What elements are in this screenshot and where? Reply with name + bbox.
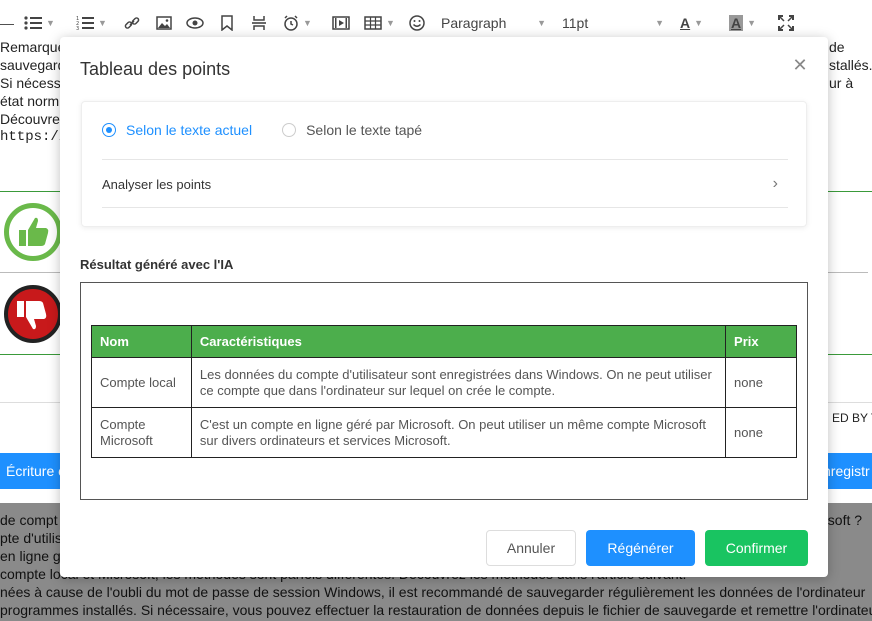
font-size-select[interactable]: 11pt ▼	[562, 12, 664, 34]
bg-text-fragment: ur à	[829, 75, 854, 91]
numbered-list-icon[interactable]: 123 ▼	[76, 12, 107, 34]
page-break-icon[interactable]	[251, 12, 267, 34]
table-row: Compte Microsoft C'est un compte en lign…	[91, 407, 797, 458]
cancel-button[interactable]: Annuler	[486, 530, 576, 566]
table-row: Compte local Les données du compte d'uti…	[91, 357, 797, 408]
ecriture-label: Écriture c	[6, 463, 66, 479]
bg-text-line: Découvre	[0, 111, 60, 127]
chevron-right-icon: ›	[772, 175, 778, 192]
dialog-title: Tableau des points	[80, 59, 231, 79]
alarm-clock-icon[interactable]: ▼	[283, 12, 312, 34]
highlight-color-button[interactable]: A ▼	[729, 12, 756, 34]
thumbs-up-icon	[4, 203, 62, 261]
table-cell: C'est un compte en ligne géré par Micros…	[190, 407, 727, 458]
enregistrer-label: nregistr	[823, 463, 870, 479]
bg-text-line: Remarque	[0, 39, 66, 55]
options-card: Selon le texte actuel Selon le texte tap…	[81, 101, 807, 227]
thumbs-down-icon	[4, 285, 62, 343]
bg-text-line: sauvegard	[0, 57, 66, 73]
bg-text-line: état norm	[0, 93, 60, 109]
emoji-icon[interactable]	[409, 12, 425, 34]
table-cell: Compte Microsoft	[91, 407, 192, 458]
svg-text:3: 3	[76, 26, 79, 31]
image-icon[interactable]	[156, 12, 172, 34]
table-cell: none	[725, 407, 797, 458]
horizontal-rule-icon[interactable]: —	[0, 12, 14, 34]
bookmark-icon[interactable]	[221, 12, 233, 34]
media-icon[interactable]	[332, 12, 350, 34]
points-table-dialog: Tableau des points ✕ Selon le texte actu…	[60, 37, 828, 577]
table-cell: none	[725, 357, 797, 408]
bg-text-fragment: stallés.	[829, 57, 872, 73]
table-cell: Les données du compte d'utilisateur sont…	[190, 357, 727, 408]
font-color-button[interactable]: A ▼	[680, 12, 703, 34]
paragraph-style-select[interactable]: Paragraph ▼	[441, 12, 546, 34]
bg-text-fragment: de	[829, 39, 845, 55]
source-radio-group: Selon le texte actuel Selon le texte tap…	[102, 122, 452, 138]
analyze-points-row[interactable]: Analyser les points ›	[102, 160, 788, 208]
paragraph-style-label: Paragraph	[441, 15, 507, 31]
radio-checked-icon	[102, 123, 116, 137]
result-output-box: Nom Caractéristiques Prix Compte local L…	[80, 282, 808, 500]
bg-text-line: en ligne g	[0, 548, 61, 564]
points-table: Nom Caractéristiques Prix Compte local L…	[91, 325, 797, 458]
bg-text-line: Si nécess	[0, 75, 61, 91]
highlight-color-icon: A	[729, 15, 744, 31]
chevron-down-icon: ▼	[655, 18, 664, 28]
table-header-cell: Prix	[725, 325, 797, 358]
link-icon[interactable]	[124, 12, 140, 34]
radio-unchecked-icon	[282, 123, 297, 137]
table-cell: Compte local	[91, 357, 192, 408]
powered-by-text: ED BY TI	[832, 411, 872, 425]
radio-current-text[interactable]: Selon le texte actuel	[102, 122, 252, 138]
bg-text-line: de compt	[0, 512, 58, 528]
confirm-button[interactable]: Confirmer	[705, 530, 808, 566]
divider	[102, 207, 788, 208]
regenerate-button[interactable]: Régénérer	[586, 530, 695, 566]
font-color-icon: A	[680, 15, 691, 31]
close-icon[interactable]: ✕	[792, 56, 808, 74]
table-header-cell: Nom	[91, 325, 192, 358]
table-header-row: Nom Caractéristiques Prix	[91, 325, 797, 358]
bg-text-line: programmes installés. Si nécessaire, vou…	[0, 602, 872, 618]
result-heading: Résultat généré avec l'IA	[80, 257, 234, 272]
bullet-list-icon[interactable]: ▼	[24, 12, 55, 34]
radio-label: Selon le texte tapé	[306, 122, 423, 138]
bg-text-line: nées à cause de l'oubli du mot de passe …	[0, 584, 866, 600]
analyze-points-label: Analyser les points	[102, 176, 212, 192]
fullscreen-icon[interactable]	[778, 12, 794, 34]
font-size-label: 11pt	[562, 15, 589, 31]
chevron-down-icon: ▼	[537, 18, 546, 28]
table-icon[interactable]: ▼	[364, 12, 395, 34]
radio-label: Selon le texte actuel	[126, 122, 253, 138]
preview-eye-icon[interactable]	[186, 12, 204, 34]
radio-typed-text[interactable]: Selon le texte tapé	[282, 122, 422, 138]
table-header-cell: Caractéristiques	[190, 325, 727, 358]
